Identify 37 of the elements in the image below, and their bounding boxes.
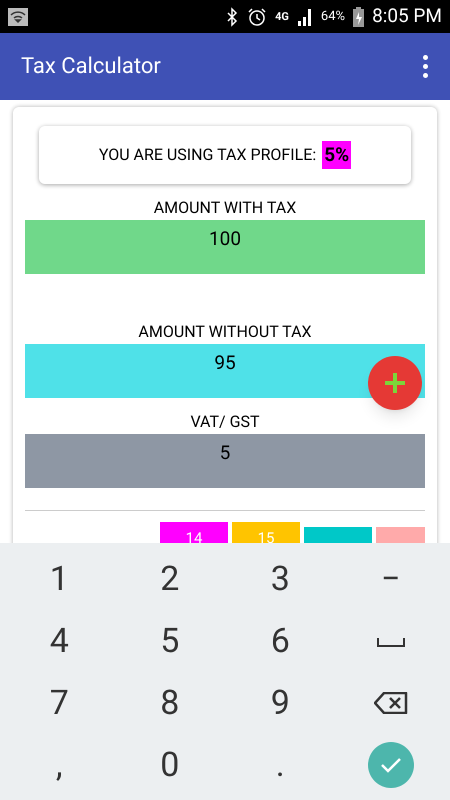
profile-label: YOU ARE USING TAX PROFILE: <box>98 144 316 166</box>
amount-field[interactable]: 100 <box>25 220 425 274</box>
app-title: Tax Calculator <box>21 53 162 81</box>
keyboard-key[interactable]: 1 <box>4 549 114 611</box>
battery-charging-icon <box>353 6 364 26</box>
plus-icon <box>384 372 406 394</box>
profile-tile[interactable] <box>304 527 372 543</box>
keyboard-key[interactable]: . <box>225 734 336 796</box>
clock-time: 8:05 PM <box>372 3 442 30</box>
amount-field[interactable]: 95 <box>25 344 425 398</box>
battery-percent: 64% <box>320 8 346 26</box>
bluetooth-icon <box>225 6 240 26</box>
overflow-menu-icon[interactable] <box>423 55 428 78</box>
network-type: 4G <box>275 11 289 22</box>
check-icon <box>380 756 402 774</box>
keyboard-key[interactable]: 4 <box>4 610 114 672</box>
wifi-icon <box>8 8 28 26</box>
alarm-icon <box>247 6 268 26</box>
keyboard-key[interactable]: 5 <box>114 610 225 672</box>
signal-icon <box>296 8 313 26</box>
keyboard-key[interactable]: 0 <box>114 734 225 796</box>
keyboard-key[interactable]: 9 <box>225 672 336 734</box>
keyboard-key[interactable]: 6 <box>225 610 336 672</box>
amount-field[interactable]: 5 <box>25 434 425 488</box>
profile-tile[interactable] <box>376 527 425 543</box>
keyboard-key[interactable]: 2 <box>114 549 225 611</box>
backspace-icon <box>374 692 408 714</box>
keyboard-key[interactable]: 3 <box>225 549 336 611</box>
space-icon <box>376 636 406 648</box>
keyboard-key[interactable]: − <box>336 549 446 611</box>
keyboard-key[interactable]: 7 <box>4 672 114 734</box>
field-label: AMOUNT WITHOUT TAX <box>137 321 313 343</box>
field-label: AMOUNT WITH TAX <box>152 197 298 219</box>
keyboard-key[interactable]: , <box>4 734 114 796</box>
field-label: VAT/ GST <box>189 411 261 433</box>
keyboard-key[interactable]: 8 <box>114 672 225 734</box>
profile-value: 5% <box>322 140 352 170</box>
